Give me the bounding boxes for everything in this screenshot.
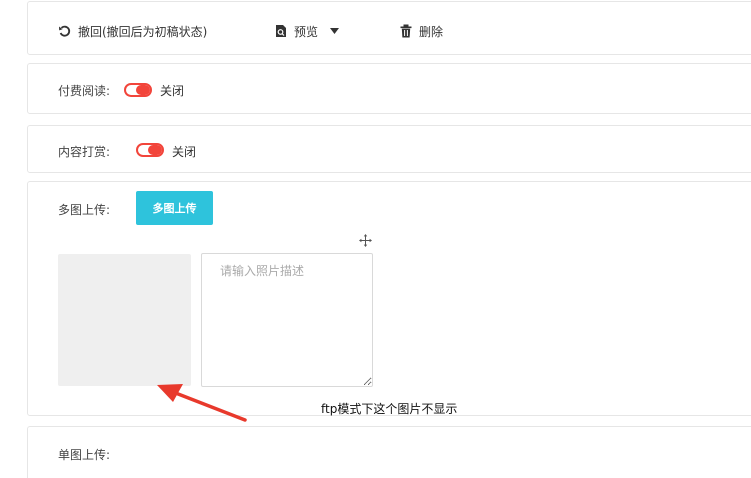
paid-read-toggle[interactable]	[124, 83, 152, 97]
delete-label: 删除	[419, 24, 444, 39]
toolbar-card: 撤回(撤回后为初稿状态) 预览 删除	[27, 1, 751, 55]
delete-button[interactable]: 删除	[399, 22, 443, 40]
undo-icon	[59, 25, 71, 37]
move-icon[interactable]	[359, 234, 372, 247]
image-thumbnail[interactable]	[58, 254, 191, 386]
undo-label: 撤回(撤回后为初稿状态)	[78, 24, 208, 39]
trash-icon	[400, 24, 412, 38]
reward-state: 关闭	[172, 145, 197, 159]
preview-label: 预览	[294, 24, 319, 39]
preview-dropdown[interactable]: 预览	[274, 22, 340, 40]
undo-button[interactable]: 撤回(撤回后为初稿状态)	[58, 22, 207, 40]
annotation-note: ftp模式下这个图片不显示	[321, 402, 458, 416]
document-search-icon	[276, 25, 286, 37]
paid-read-card: 付费阅读: 关闭	[27, 63, 751, 114]
photo-description-input[interactable]	[201, 253, 373, 387]
caret-down-icon	[330, 28, 340, 34]
reward-toggle[interactable]	[136, 143, 164, 157]
editor-page: 撤回(撤回后为初稿状态) 预览 删除 付费阅读: 关闭 内容打赏: 关闭 多图上…	[0, 0, 751, 478]
paid-read-state: 关闭	[160, 84, 185, 98]
multi-upload-card: 多图上传: 多图上传	[27, 181, 751, 416]
toggle-knob	[148, 145, 162, 155]
reward-card: 内容打赏: 关闭	[27, 125, 751, 173]
multi-upload-button[interactable]: 多图上传	[136, 191, 213, 225]
paid-read-label: 付费阅读:	[58, 84, 111, 98]
reward-label: 内容打赏:	[58, 145, 111, 159]
toggle-knob	[136, 85, 150, 95]
single-upload-label: 单图上传:	[58, 448, 111, 462]
annotation-arrow	[157, 384, 247, 422]
single-upload-card: 单图上传:	[27, 426, 751, 478]
multi-upload-label: 多图上传:	[58, 203, 111, 217]
